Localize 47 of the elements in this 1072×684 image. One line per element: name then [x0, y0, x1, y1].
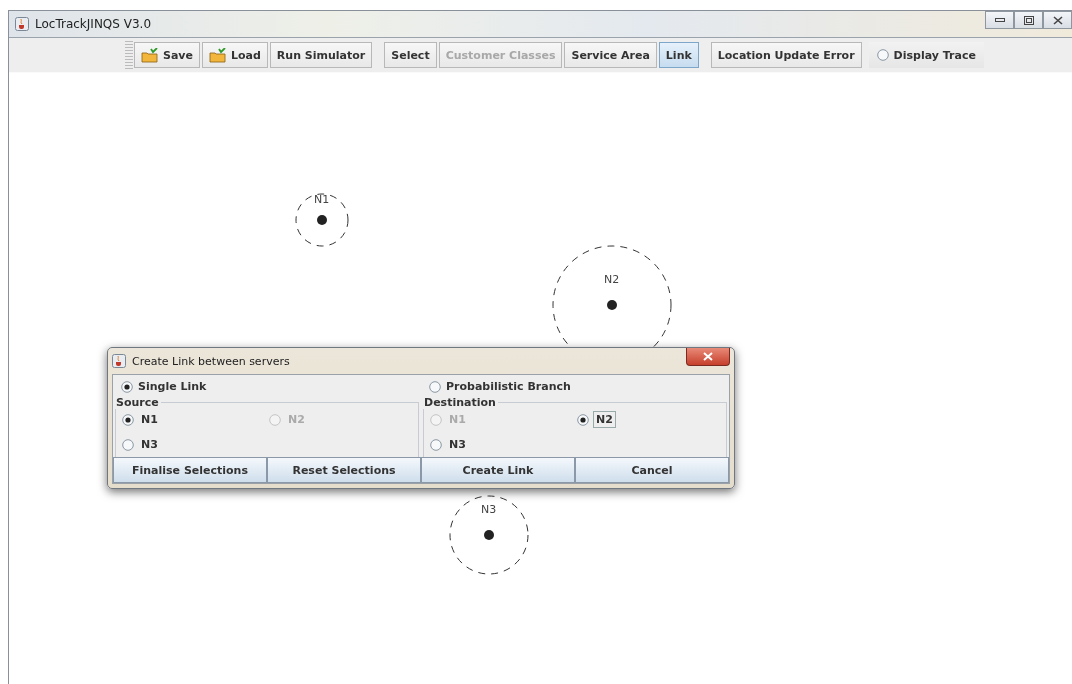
radio-label: N1: [448, 412, 467, 427]
dialog-button[interactable]: Finalise Selections: [113, 457, 267, 483]
toolbar-button[interactable]: Location Update Error: [710, 42, 862, 68]
toolbar-button[interactable]: Service Area: [564, 42, 657, 68]
radio-button[interactable]: [122, 438, 134, 451]
group-title: Source: [115, 396, 160, 409]
java-cup-icon: [15, 17, 29, 31]
close-button[interactable]: [686, 348, 730, 366]
minimize-button[interactable]: [985, 11, 1014, 29]
toolbar-button[interactable]: Run Simulator: [269, 42, 373, 68]
radio-label: Probabilistic Branch: [446, 380, 571, 393]
radio-label: Display Trace: [893, 48, 976, 62]
close-button[interactable]: [1043, 11, 1072, 29]
dialog-button[interactable]: Cancel: [575, 457, 729, 483]
radio-button[interactable]: [122, 413, 134, 426]
toolbar-button[interactable]: Select: [384, 42, 437, 68]
group-title: Destination: [423, 396, 497, 409]
node-label: N3: [481, 503, 497, 516]
radio-label: N2: [287, 412, 306, 427]
toolbar-button[interactable]: Load: [202, 42, 268, 68]
radio-label: N1: [140, 412, 159, 427]
toolbar-grip[interactable]: [125, 41, 133, 69]
node-label: N2: [604, 273, 620, 286]
radio-button[interactable]: [577, 413, 589, 426]
radio-button[interactable]: [121, 380, 133, 393]
radio-label: N3: [140, 437, 159, 452]
close-icon: [703, 352, 713, 361]
radio-label: N3: [448, 437, 467, 452]
dialog-button[interactable]: Reset Selections: [267, 457, 421, 483]
close-icon: [1052, 15, 1063, 25]
radio-button[interactable]: [876, 49, 889, 61]
window-title: LocTrackJINQS V3.0: [35, 17, 152, 31]
dialog-button[interactable]: Create Link: [421, 457, 575, 483]
radio-button[interactable]: [430, 438, 442, 451]
radio-button[interactable]: [429, 380, 441, 393]
server-node[interactable]: [295, 193, 349, 247]
maximize-icon: [1023, 15, 1034, 25]
toolbar-button[interactable]: Save: [134, 42, 200, 68]
radio-label: N2: [594, 412, 615, 427]
dialog-title: Create Link between servers: [132, 354, 290, 368]
java-cup-icon: [112, 354, 126, 368]
toolbar-button[interactable]: Link: [658, 42, 699, 68]
node-label: N1: [314, 193, 330, 206]
minimize-icon: [994, 18, 1005, 22]
server-node[interactable]: [449, 495, 529, 575]
radio-label: Single Link: [138, 380, 207, 393]
maximize-button[interactable]: [1014, 11, 1043, 29]
